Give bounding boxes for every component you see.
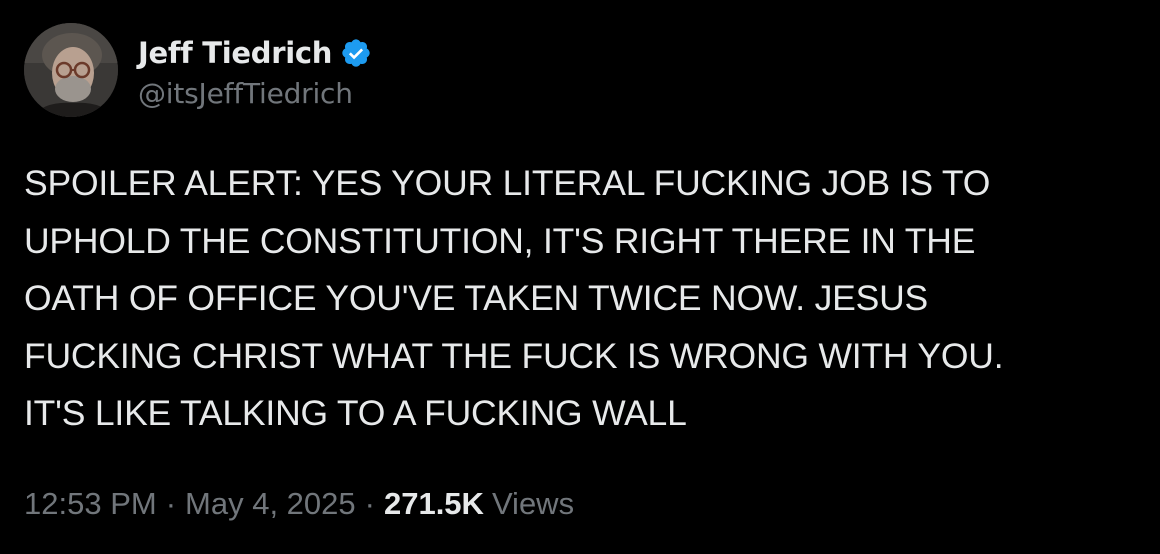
views-count[interactable]: 271.5K	[384, 486, 484, 522]
tweet-header: Jeff Tiedrich @itsJeffTiedrich	[24, 22, 372, 118]
meta-separator: ·	[364, 486, 375, 521]
author-names: Jeff Tiedrich @itsJeffTiedrich	[138, 31, 372, 110]
tweet-date[interactable]: May 4, 2025	[185, 486, 356, 522]
avatar[interactable]	[24, 23, 118, 117]
verified-badge-icon[interactable]	[340, 37, 372, 69]
profile-photo-icon	[24, 23, 118, 117]
tweet-meta: 12:53 PM · May 4, 2025 · 271.5K Views	[24, 482, 574, 526]
tweet-card: Jeff Tiedrich @itsJeffTiedrich SPOILER A…	[0, 0, 1160, 554]
name-row: Jeff Tiedrich	[138, 31, 372, 75]
tweet-time[interactable]: 12:53 PM	[24, 486, 157, 522]
tweet-text: SPOILER ALERT: YES YOUR LITERAL FUCKING …	[24, 163, 1004, 433]
display-name[interactable]: Jeff Tiedrich	[138, 36, 332, 70]
user-handle[interactable]: @itsJeffTiedrich	[138, 77, 372, 110]
views-label: Views	[491, 486, 575, 521]
meta-separator: ·	[165, 486, 177, 521]
